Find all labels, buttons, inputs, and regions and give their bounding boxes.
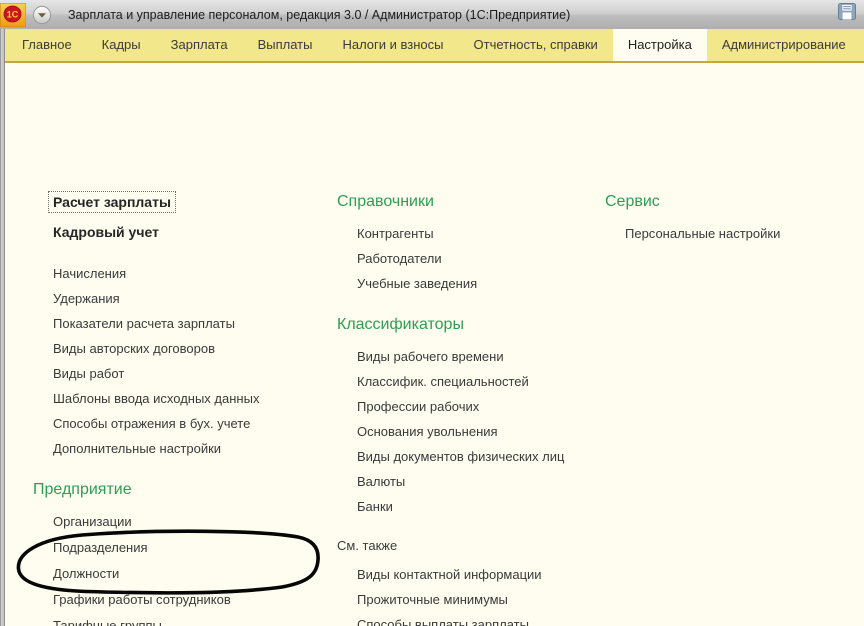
menu-link[interactable]: Шаблоны ввода исходных данных: [33, 386, 333, 411]
main-menu-button[interactable]: [32, 5, 52, 25]
menu-link[interactable]: Удержания: [33, 286, 333, 311]
menu-column-middle: Справочники Контрагенты Работодатели Учебны…: [337, 187, 607, 626]
menu-link[interactable]: Расчет зарплаты: [33, 187, 333, 217]
menu-link[interactable]: Начисления: [33, 261, 333, 286]
menu-column-right: Сервис Персональные настройки: [605, 187, 845, 260]
menu-link[interactable]: Банки: [337, 494, 607, 519]
title-bar: 1С Зарплата и управление персоналом, ред…: [0, 0, 864, 30]
menu-link[interactable]: Способы выплаты зарплаты: [337, 612, 607, 626]
window-title: Зарплата и управление персоналом, редакц…: [68, 7, 571, 22]
menu-link[interactable]: Графики работы сотрудников: [33, 587, 333, 613]
menu-link[interactable]: Должности: [33, 561, 333, 587]
tab-taxes[interactable]: Налоги и взносы: [327, 29, 458, 61]
tab-personnel[interactable]: Кадры: [87, 29, 156, 61]
1c-logo-icon: 1С: [0, 2, 26, 27]
app-window: 1С Зарплата и управление персоналом, ред…: [0, 0, 864, 626]
settings-section-panel: Расчет зарплаты Кадровый учет Начисления Уд…: [5, 63, 864, 626]
menu-link[interactable]: Виды рабочего времени: [337, 344, 607, 369]
tab-salary[interactable]: Зарплата: [156, 29, 243, 61]
menu-link[interactable]: Организации: [33, 509, 333, 535]
tab-administration[interactable]: Администрирование: [707, 29, 861, 61]
group-header: Справочники: [337, 193, 434, 210]
menu-link[interactable]: Тарифные группы: [33, 613, 333, 626]
menu-link[interactable]: Виды авторских договоров: [33, 336, 333, 361]
group-header: Сервис: [605, 193, 660, 210]
menu-link[interactable]: Дополнительные настройки: [33, 436, 333, 461]
menu-link[interactable]: Способы отражения в бух. учете: [33, 411, 333, 436]
menu-link[interactable]: Классифик. специальностей: [337, 369, 607, 394]
menu-link[interactable]: Кадровый учет: [33, 217, 333, 247]
menu-link[interactable]: Подразделения: [33, 535, 333, 561]
section-tabbar: Главное Кадры Зарплата Выплаты Налоги и взно…: [5, 29, 864, 63]
menu-link[interactable]: Профессии рабочих: [337, 394, 607, 419]
menu-link[interactable]: Прожиточные минимумы: [337, 587, 607, 612]
menu-link[interactable]: Учебные заведения: [337, 271, 607, 296]
menu-link[interactable]: Основания увольнения: [337, 419, 607, 444]
menu-column-left: Расчет зарплаты Кадровый учет Начисления Уд…: [33, 187, 333, 626]
menu-link[interactable]: Виды контактной информации: [337, 562, 607, 587]
menu-link[interactable]: Показатели расчета зарплаты: [33, 311, 333, 336]
group-header: Предприятие: [33, 481, 132, 498]
menu-link[interactable]: Персональные настройки: [605, 221, 845, 246]
menu-link[interactable]: Виды документов физических лиц: [337, 444, 607, 469]
tab-payments[interactable]: Выплаты: [243, 29, 328, 61]
menu-link[interactable]: Контрагенты: [337, 221, 607, 246]
menu-link[interactable]: Валюты: [337, 469, 607, 494]
tab-main[interactable]: Главное: [7, 29, 87, 61]
group-header: См. также: [337, 538, 398, 553]
focused-menu-link[interactable]: Расчет зарплаты: [48, 191, 176, 213]
menu-link[interactable]: Работодатели: [337, 246, 607, 271]
tab-reports[interactable]: Отчетность, справки: [459, 29, 613, 61]
menu-link[interactable]: Виды работ: [33, 361, 333, 386]
group-header: Классификаторы: [337, 316, 464, 333]
tab-settings[interactable]: Настройка: [612, 29, 707, 61]
svg-text:1С: 1С: [7, 9, 19, 19]
save-icon[interactable]: [838, 3, 856, 20]
